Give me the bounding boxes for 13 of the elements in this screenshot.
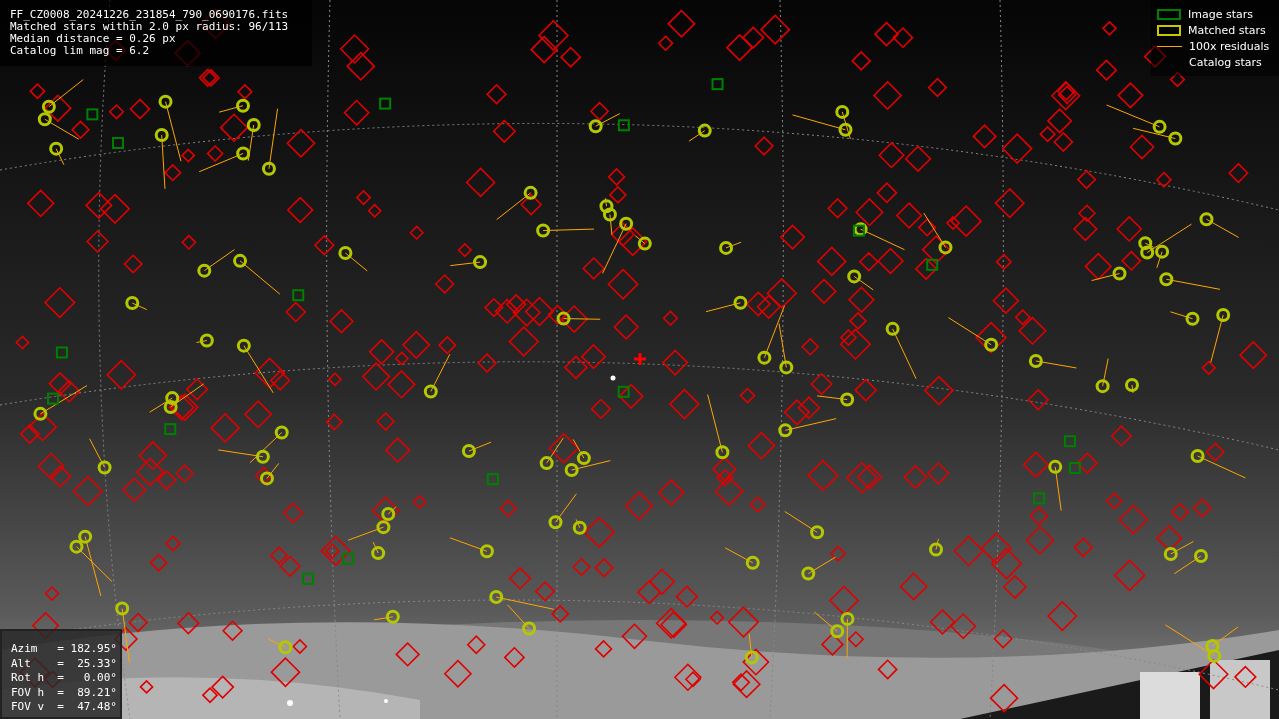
legend-label: Matched stars [1188, 23, 1266, 37]
info-text: Catalog lim mag = 6.2 [10, 45, 151, 57]
info-text: Median distance = 0.26 px [10, 33, 177, 45]
info-text: Matched stars within 2.0 px radius: 96/113 [10, 21, 290, 33]
pointing-text: Rot h = 0.00° [11, 671, 118, 686]
pointing-text: Alt = 25.33° [11, 656, 118, 671]
pointing-text: FOV v = 47.48° [11, 700, 118, 715]
legend-label: 100x residuals [1189, 39, 1270, 53]
pointing-text: Azim = 182.95° [11, 642, 118, 657]
info-text: FF_CZ0008_20241226_231854_790_0690176.fits [10, 9, 290, 21]
legend-label: Image stars [1188, 7, 1253, 21]
legend-label: Catalog stars [1189, 55, 1262, 69]
pointing-text: FOV h = 89.21° [11, 685, 118, 700]
